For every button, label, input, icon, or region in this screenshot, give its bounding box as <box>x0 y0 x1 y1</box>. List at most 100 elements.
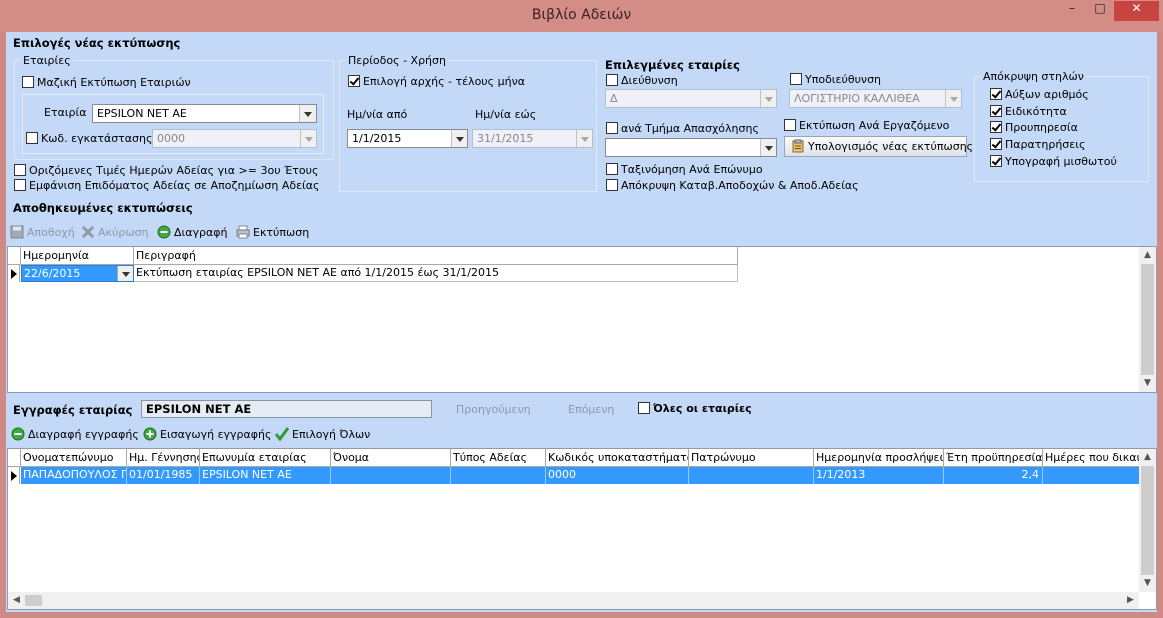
check-icon[interactable] <box>990 155 1002 167</box>
installation-checkbox[interactable]: Κωδ. εγκατάστασης <box>26 132 152 145</box>
mass-print-check-icon[interactable] <box>22 76 34 88</box>
hire-date-cell[interactable]: 1/1/2013 <box>814 467 944 484</box>
department-checkbox[interactable]: ανά Τμήμα Απασχόλησης <box>606 122 759 135</box>
branch-code-cell[interactable]: 0000 <box>546 467 689 484</box>
check-icon[interactable] <box>990 105 1002 117</box>
cancel-toolbar-button[interactable]: Ακύρωση <box>81 225 149 239</box>
date-to-picker[interactable]: 31/1/2015 <box>472 129 593 148</box>
maximize-icon[interactable]: □ <box>1087 1 1113 21</box>
fullname-cell[interactable]: ΠΑΠΑΔΟΠΟΥΛΟΣ ΠΑ <box>21 467 127 484</box>
hide-earnings-checkbox[interactable]: Απόκρυψη Καταβ.Αποδοχών & Αποδ.Αδείας <box>606 179 859 192</box>
select-month-check-icon[interactable] <box>348 75 360 87</box>
column-header-fullname[interactable]: Ονοματεπώνυμο <box>21 449 127 467</box>
fixed-days-checkbox[interactable]: Οριζόμενες Τιμές Ημερών Αδείας για >= 3ο… <box>14 164 318 177</box>
fixed-days-check-icon[interactable] <box>14 164 26 176</box>
name-cell[interactable] <box>331 467 451 484</box>
department-check-icon[interactable] <box>606 122 618 134</box>
show-allowance-check-icon[interactable] <box>14 179 26 191</box>
chevron-down-icon[interactable] <box>117 266 133 281</box>
company-select[interactable]: EPSILON NET AE <box>92 104 317 123</box>
leave-type-cell[interactable] <box>451 467 546 484</box>
hide-col-2[interactable]: Ειδικότητα <box>990 105 1067 118</box>
date-from-picker[interactable]: 1/1/2015 <box>347 129 468 148</box>
insert-record-button[interactable]: Εισαγωγή εγγραφής <box>143 427 271 441</box>
all-companies-checkbox[interactable]: Όλες οι εταιρίες <box>638 402 752 415</box>
period-group-label: Περίοδος - Χρήση <box>348 54 446 67</box>
company-cell[interactable]: EPSILON NET AE <box>200 467 331 484</box>
check-icon[interactable] <box>990 138 1002 150</box>
company-label: Εταιρία <box>44 106 87 119</box>
check-icon[interactable] <box>990 121 1002 133</box>
scroll-thumb[interactable] <box>1141 466 1154 575</box>
chevron-down-icon[interactable] <box>300 130 316 147</box>
address-select[interactable]: Δ <box>605 89 777 108</box>
per-employee-checkbox[interactable]: Εκτύπωση Ανά Εργαζόμενο <box>784 119 949 132</box>
chevron-down-icon[interactable] <box>945 90 961 107</box>
fathers-name-cell[interactable] <box>689 467 814 484</box>
scroll-left-icon[interactable]: ◀ <box>8 592 25 609</box>
per-employee-check-icon[interactable] <box>784 119 796 131</box>
mass-print-checkbox[interactable]: Μαζική Εκτύπωση Εταιριών <box>22 76 191 89</box>
select-month-checkbox[interactable]: Επιλογή αρχής - τέλους μήνα <box>348 75 525 88</box>
next-button[interactable]: Επόμενη <box>568 403 614 416</box>
scroll-right-icon[interactable]: ▶ <box>1122 592 1139 609</box>
installation-check-icon[interactable] <box>26 132 38 144</box>
address-check-icon[interactable] <box>606 74 618 86</box>
hide-col-5[interactable]: Υπογραφή μισθωτού <box>990 155 1117 168</box>
column-header-leave-type[interactable]: Τύπος Αδείας <box>451 449 546 467</box>
hide-col-4[interactable]: Παρατηρήσεις <box>990 138 1085 151</box>
column-header-entitled-days[interactable]: Ημέρες που δικαιο <box>1043 449 1141 467</box>
print-toolbar-button[interactable]: Εκτύπωση <box>236 225 309 239</box>
chevron-down-icon[interactable] <box>451 130 467 147</box>
department-select[interactable] <box>605 138 777 157</box>
records-hscrollbar[interactable]: ◀ ▶ <box>8 592 1139 609</box>
description-cell[interactable]: Εκτύπωση εταιρίας EPSILON NET AE από 1/1… <box>134 265 738 282</box>
check-icon[interactable] <box>990 88 1002 100</box>
sort-check-icon[interactable] <box>606 163 618 175</box>
subaddress-check-icon[interactable] <box>790 73 802 85</box>
birthdate-cell[interactable]: 01/01/1985 <box>127 467 200 484</box>
records-vscrollbar[interactable]: ▲ ▼ <box>1139 449 1156 592</box>
installation-select[interactable]: 0000 <box>152 129 317 148</box>
subaddress-select[interactable]: ΛΟΓΙΣΤΗΡΙΟ ΚΑΛΛΙΘΕΑ <box>789 89 962 108</box>
save-toolbar-button[interactable]: Αποθοχή <box>10 225 75 239</box>
column-header-description[interactable]: Περιγραφή <box>134 247 738 265</box>
column-header-birthdate[interactable]: Ημ. Γέννησης <box>127 449 200 467</box>
chevron-down-icon[interactable] <box>299 105 316 122</box>
previous-button[interactable]: Προηγούμενη <box>456 403 531 416</box>
scroll-thumb[interactable] <box>1141 264 1154 375</box>
column-header-company[interactable]: Επωνυμία εταιρίας <box>200 449 331 467</box>
hide-col-3[interactable]: Προυπηρεσία <box>990 121 1078 134</box>
show-allowance-checkbox[interactable]: Εμφάνιση Επιδόματος Αδείας σε Αποζημίωση… <box>14 179 319 192</box>
scroll-up-icon[interactable]: ▲ <box>1139 247 1156 264</box>
hide-earnings-check-icon[interactable] <box>606 179 618 191</box>
column-header-date[interactable]: Ημερομηνία <box>21 247 134 265</box>
scroll-up-icon[interactable]: ▲ <box>1139 449 1156 466</box>
years-service-cell[interactable]: 2,4 <box>944 467 1043 484</box>
chevron-down-icon[interactable] <box>576 130 592 147</box>
close-icon[interactable]: ✕ <box>1114 1 1159 21</box>
hscroll-thumb[interactable] <box>25 595 42 606</box>
saved-prints-scrollbar[interactable]: ▲ ▼ <box>1139 247 1156 392</box>
sort-checkbox[interactable]: Ταξινόμηση Ανά Επώνυμο <box>606 163 763 176</box>
column-header-fathers-name[interactable]: Πατρώνυμο <box>689 449 814 467</box>
address-checkbox[interactable]: Διεύθυνση <box>606 74 678 87</box>
hide-col-1[interactable]: Αύξων αριθμός <box>990 88 1089 101</box>
scroll-down-icon[interactable]: ▼ <box>1139 575 1156 592</box>
chevron-down-icon[interactable] <box>760 139 776 156</box>
delete-record-button[interactable]: Διαγραφή εγγραφής <box>11 427 139 441</box>
subaddress-checkbox[interactable]: Υποδιεύθυνση <box>790 73 881 86</box>
select-all-button[interactable]: Επιλογή Όλων <box>274 427 370 442</box>
column-header-years-service[interactable]: Έτη προϋπηρεσίας <box>944 449 1043 467</box>
scroll-down-icon[interactable]: ▼ <box>1139 375 1156 392</box>
delete-toolbar-button[interactable]: Διαγραφή <box>157 225 227 239</box>
minimize-icon[interactable]: – <box>1059 1 1085 21</box>
date-cell[interactable]: 22/6/2015 <box>21 265 134 282</box>
column-header-branch-code[interactable]: Κωδικός υποκαταστήματος <box>546 449 689 467</box>
all-companies-check-icon[interactable] <box>638 402 650 414</box>
chevron-down-icon[interactable] <box>760 90 776 107</box>
calculate-button[interactable]: Υπολογισμός νέας εκτύπωσης <box>784 136 973 157</box>
column-header-name[interactable]: Όνομα <box>331 449 451 467</box>
entitled-days-cell[interactable] <box>1043 467 1141 484</box>
column-header-hire-date[interactable]: Ημερομηνία προσλήψεως <box>814 449 944 467</box>
